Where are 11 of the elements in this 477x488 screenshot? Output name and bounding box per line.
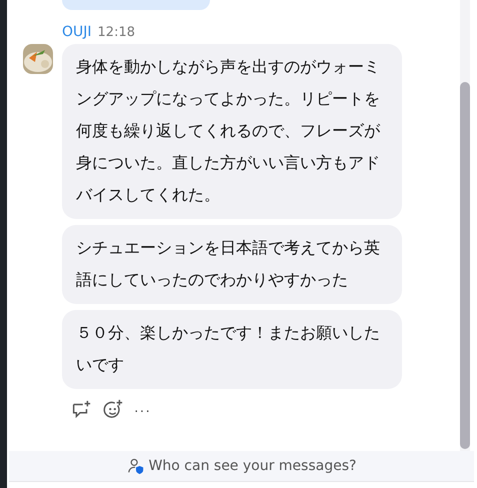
avatar-icon[interactable] xyxy=(23,44,53,74)
scrollbar-thumb[interactable] xyxy=(460,82,470,449)
message-text: ５０分、楽しかったです！またお願いしたいです xyxy=(76,323,380,374)
add-comment-icon[interactable] xyxy=(70,399,92,421)
more-button[interactable]: ··· xyxy=(134,402,151,418)
sender-name[interactable]: OUJI xyxy=(62,24,92,40)
message-text: シチュエーションを日本語で考えてから英語にしていったのでわかりやすかった xyxy=(76,238,380,289)
add-reaction-icon[interactable] xyxy=(102,399,124,421)
message-text: 身体を動かしながら声を出すのがウォーミングアップになってよかった。リピートを何度も繰り返してくれるので、フレーズが身についた。直した方がいい言い方もアドバイスしてくれた。 xyxy=(76,57,380,204)
message-time: 12:18 xyxy=(98,25,135,40)
user-shield-icon xyxy=(126,457,145,475)
